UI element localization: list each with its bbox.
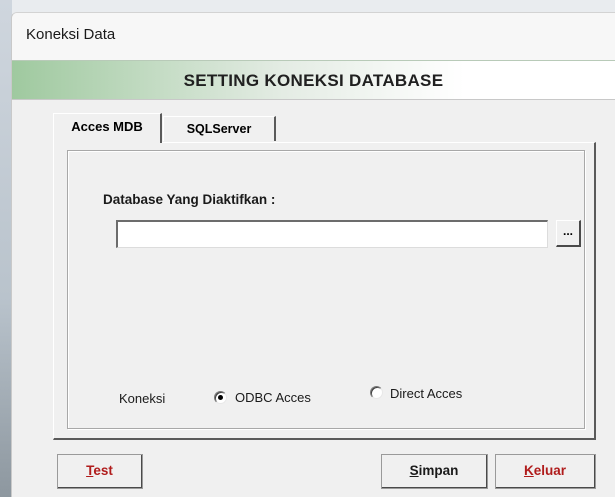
- settings-groupbox: Database Yang Diaktifkan : ... Koneksi O…: [67, 150, 585, 429]
- test-button[interactable]: Test: [57, 454, 143, 489]
- radio-selected-dot: [218, 395, 223, 400]
- tab-acces-mdb-label: Acces MDB: [71, 119, 143, 134]
- direct-acces-label[interactable]: Direct Acces: [390, 386, 462, 401]
- window-title: Koneksi Data: [26, 26, 116, 43]
- title-bar[interactable]: Koneksi Data: [12, 13, 615, 60]
- database-path-input[interactable]: [116, 220, 548, 248]
- acces-mdb-panel: Database Yang Diaktifkan : ... Koneksi O…: [53, 142, 596, 440]
- simpan-mnemonic: S: [409, 463, 419, 478]
- test-label-rest: est: [93, 463, 113, 478]
- simpan-button[interactable]: Simpan: [381, 454, 488, 489]
- simpan-label-rest: impan: [418, 463, 459, 478]
- koneksi-label: Koneksi: [119, 391, 166, 406]
- browse-button[interactable]: ...: [556, 220, 581, 247]
- odbc-acces-radio[interactable]: [214, 391, 227, 404]
- odbc-acces-label[interactable]: ODBC Acces: [235, 390, 311, 405]
- keluar-button[interactable]: Keluar: [495, 454, 596, 489]
- tab-acces-mdb[interactable]: Acces MDB: [53, 113, 162, 143]
- tab-sqlserver-label: SQLServer: [186, 122, 252, 136]
- header-band: SETTING KONEKSI DATABASE: [12, 60, 615, 100]
- keluar-mnemonic: K: [523, 463, 534, 478]
- page-title: SETTING KONEKSI DATABASE: [183, 71, 444, 90]
- database-label: Database Yang Diaktifkan :: [103, 192, 276, 207]
- tab-sqlserver[interactable]: SQLServer: [163, 116, 276, 141]
- direct-acces-radio[interactable]: [370, 386, 383, 399]
- koneksi-data-window: Koneksi Data SETTING KONEKSI DATABASE Ac…: [11, 12, 615, 497]
- keluar-label-rest: eluar: [533, 463, 567, 478]
